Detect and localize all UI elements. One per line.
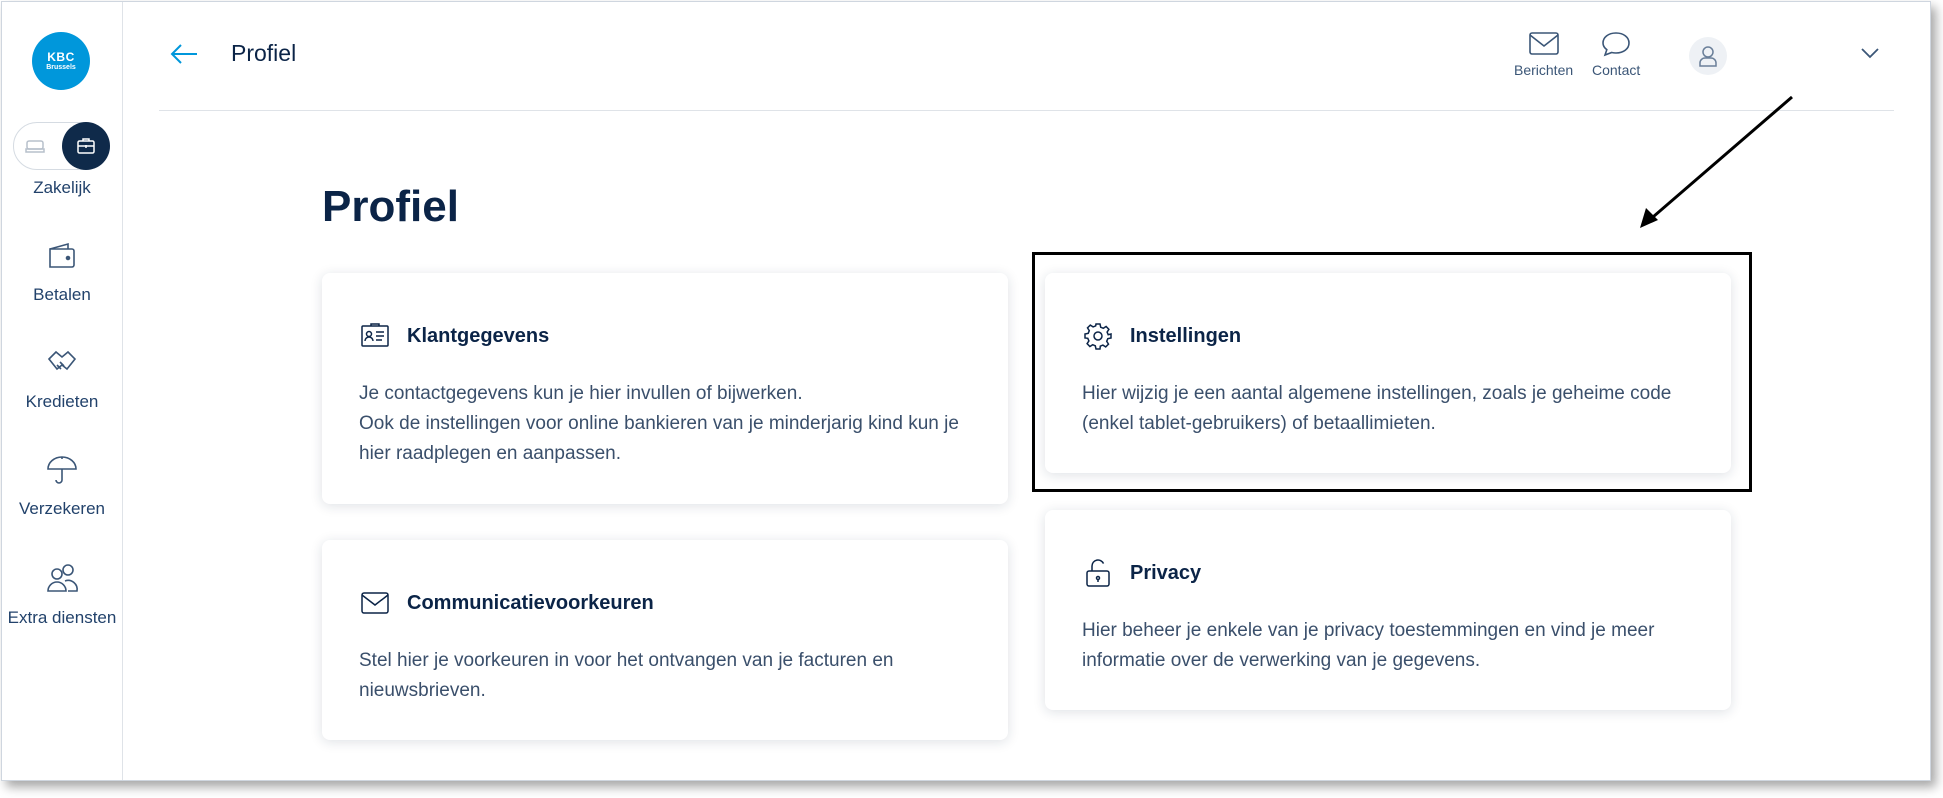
kbc-logo[interactable]: KBC Brussels: [32, 32, 90, 90]
card-description: Hier beheer je enkele van je privacy toe…: [1082, 616, 1701, 676]
unlock-icon: [1083, 558, 1113, 588]
umbrella-icon: [45, 453, 79, 487]
user-icon: [1699, 46, 1717, 67]
app-window: KBC Brussels Zakelijk Betalen Kredieten …: [1, 1, 1931, 781]
handshake-icon: [45, 345, 79, 379]
contact-button[interactable]: Contact: [1592, 30, 1640, 78]
avatar[interactable]: [1689, 37, 1727, 75]
sidebar-item-label: Extra diensten: [7, 608, 117, 627]
sidebar-item-label: Kredieten: [25, 392, 99, 411]
logo-text: KBC: [47, 49, 75, 64]
card-communicatievoorkeuren[interactable]: Communicatievoorkeuren Stel hier je voor…: [322, 540, 1008, 740]
card-title: Privacy: [1130, 562, 1202, 584]
logo-subtext: Brussels: [46, 63, 76, 71]
card-description: Je contactgegevens kun je hier invullen …: [359, 379, 978, 469]
card-text-line: Je contactgegevens kun je hier invullen …: [359, 383, 803, 404]
card-description: Stel hier je voorkeuren in voor het ontv…: [359, 646, 978, 706]
id-card-icon: [360, 321, 390, 351]
chat-bubble-icon: [1602, 32, 1630, 57]
wallet-icon: [45, 239, 79, 273]
sofa-icon: [24, 135, 46, 157]
chevron-down-icon[interactable]: [1859, 46, 1881, 60]
sidebar-item-label: Betalen: [33, 285, 91, 304]
envelope-icon: [1528, 32, 1559, 55]
messages-label: Berichten: [1514, 62, 1574, 78]
header-title: Profiel: [231, 40, 297, 66]
envelope-icon: [360, 588, 390, 618]
back-arrow-icon[interactable]: [169, 42, 199, 66]
card-text-line: Stel hier je voorkeuren in voor het ontv…: [359, 650, 894, 701]
contact-label: Contact: [1592, 62, 1641, 78]
sidebar: KBC Brussels Zakelijk Betalen Kredieten …: [2, 2, 123, 780]
briefcase-icon: [62, 122, 110, 170]
card-title: Klantgegevens: [407, 325, 550, 347]
highlight-box: [1032, 252, 1752, 492]
private-business-toggle[interactable]: [13, 122, 110, 170]
users-icon: [45, 561, 79, 595]
card-text-line: Ook de instellingen voor online bankiere…: [359, 413, 959, 464]
page-title: Profiel: [322, 182, 459, 231]
card-klantgegevens[interactable]: Klantgegevens Je contactgegevens kun je …: [322, 273, 1008, 504]
card-text-line: Hier beheer je enkele van je privacy toe…: [1082, 620, 1655, 671]
toggle-label: Zakelijk: [33, 178, 91, 197]
card-title: Communicatievoorkeuren: [407, 592, 654, 614]
sidebar-item-label: Verzekeren: [19, 499, 105, 518]
annotation-arrow-icon: [1640, 95, 1793, 228]
messages-button[interactable]: Berichten: [1514, 30, 1573, 78]
card-privacy[interactable]: Privacy Hier beheer je enkele van je pri…: [1045, 510, 1731, 710]
